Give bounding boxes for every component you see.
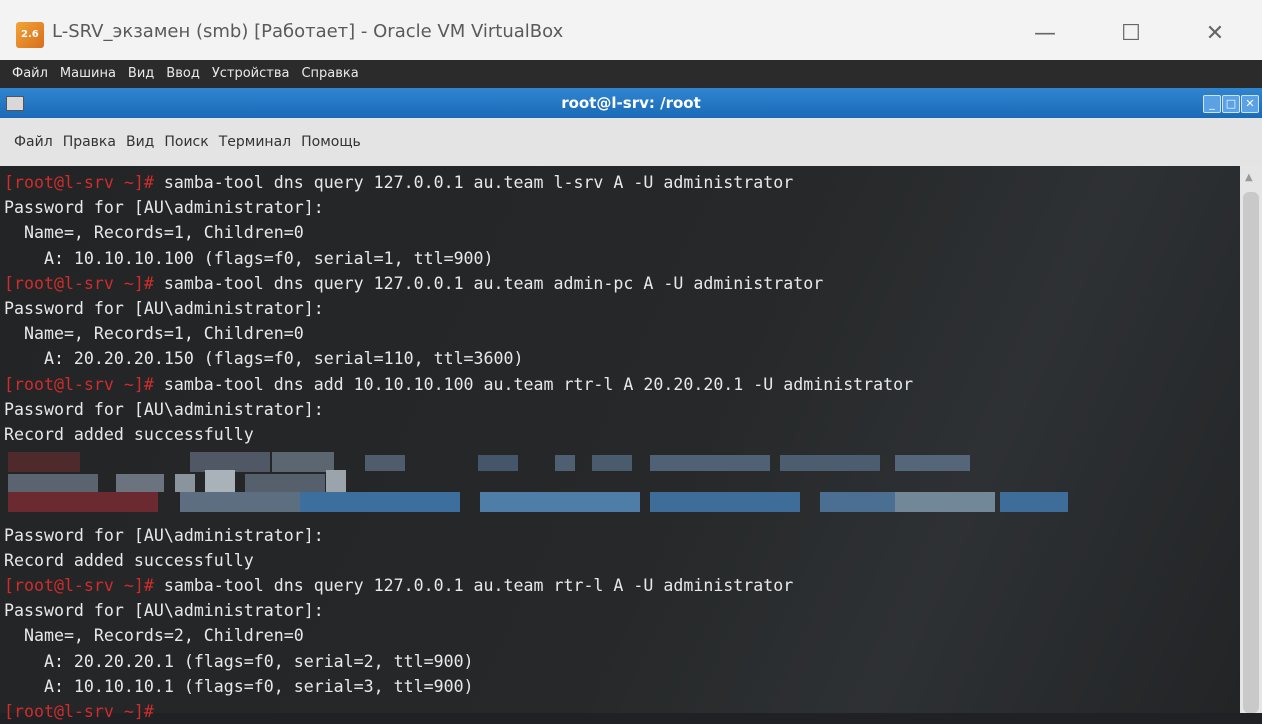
terminal-line-text: samba-tool dns query 127.0.0.1 au.team r… bbox=[153, 576, 794, 595]
terminal-line: Record added successfully bbox=[4, 548, 913, 573]
terminal-line: Password for [AU\administrator]: bbox=[4, 195, 913, 220]
terminal-line-text: Password for [AU\administrator]: bbox=[4, 525, 324, 545]
terminal-line-text: Name=, Records=1, Children=0 bbox=[4, 223, 304, 243]
terminal-line-text: Password for [AU\administrator]: bbox=[4, 198, 324, 218]
shell-prompt: [root@l-srv ~]# bbox=[4, 273, 154, 293]
scroll-up-arrow-icon[interactable]: ▲ bbox=[1245, 172, 1253, 183]
terminal-line-text: Name=, Records=2, Children=0 bbox=[4, 626, 304, 646]
terminal-line: Password for [AU\administrator]: bbox=[4, 296, 913, 321]
terminal-menu-help[interactable]: Помощь bbox=[301, 118, 361, 166]
terminal-line-text: Password for [AU\administrator]: bbox=[4, 399, 324, 419]
terminal-close-button[interactable]: ✕ bbox=[1241, 95, 1259, 113]
terminal-title: root@l-srv: /root bbox=[561, 94, 701, 112]
terminal-menu-file[interactable]: Файл bbox=[14, 118, 53, 166]
window-title: L-SRV_экзамен (smb) [Работает] - Oracle … bbox=[52, 21, 564, 42]
terminal-line: A: 10.10.10.100 (flags=f0, serial=1, ttl… bbox=[4, 246, 913, 271]
terminal-line: [root@l-srv ~]# bbox=[4, 699, 913, 724]
terminal-menu-view[interactable]: Вид bbox=[126, 118, 154, 166]
terminal-line-text: samba-tool dns query 127.0.0.1 au.team l… bbox=[153, 173, 794, 192]
shell-prompt: [root@l-srv ~]# bbox=[4, 374, 154, 394]
menu-input[interactable]: Ввод bbox=[166, 60, 200, 88]
terminal-line: Password for [AU\administrator]: bbox=[4, 523, 913, 548]
menu-view[interactable]: Вид bbox=[128, 60, 154, 88]
terminal-line: Name=, Records=2, Children=0 bbox=[4, 623, 913, 648]
shell-prompt: [root@l-srv ~]# bbox=[4, 576, 154, 595]
terminal-line-text: Password for [AU\administrator]: bbox=[4, 601, 324, 621]
terminal-line: A: 10.10.10.1 (flags=f0, serial=3, ttl=9… bbox=[4, 674, 913, 699]
terminal-line-text: A: 20.20.20.1 (flags=f0, serial=2, ttl=9… bbox=[4, 651, 474, 671]
shell-prompt: [root@l-srv ~]# bbox=[4, 701, 154, 721]
terminal-titlebar: root@l-srv: /root _ □ ✕ bbox=[0, 88, 1262, 118]
vbox-menubar: Файл Машина Вид Ввод Устройства Справка bbox=[0, 60, 1262, 88]
terminal-line-text: Record added successfully bbox=[4, 550, 254, 570]
terminal-line: [root@l-srv ~]# samba-tool dns query 127… bbox=[4, 170, 913, 195]
maximize-button[interactable]: ☐ bbox=[1106, 14, 1156, 54]
terminal-maximize-button[interactable]: □ bbox=[1222, 95, 1240, 113]
terminal-menu-edit[interactable]: Правка bbox=[63, 118, 116, 166]
terminal-line-text: Record added successfully bbox=[4, 424, 254, 444]
terminal-line: A: 20.20.20.150 (flags=f0, serial=110, t… bbox=[4, 346, 913, 371]
terminal-line: [root@l-srv ~]# samba-tool dns query 127… bbox=[4, 573, 913, 598]
menu-machine[interactable]: Машина bbox=[60, 60, 116, 88]
virtualbox-icon-label: 2.6 bbox=[21, 29, 39, 40]
terminal-line: Name=, Records=1, Children=0 bbox=[4, 220, 913, 245]
virtualbox-icon: 2.6 bbox=[16, 22, 44, 48]
terminal-line-text: Password for [AU\administrator]: bbox=[4, 298, 324, 318]
terminal-line-text: A: 10.10.10.1 (flags=f0, serial=3, ttl=9… bbox=[4, 676, 474, 696]
menu-file[interactable]: Файл bbox=[12, 60, 48, 88]
terminal-line: A: 20.20.20.1 (flags=f0, serial=2, ttl=9… bbox=[4, 649, 913, 674]
terminal-line-text: Name=, Records=1, Children=0 bbox=[4, 324, 304, 344]
terminal-line-text: A: 20.20.20.150 (flags=f0, serial=110, t… bbox=[4, 349, 524, 369]
terminal-line: Name=, Records=1, Children=0 bbox=[4, 321, 913, 346]
terminal-scrollbar[interactable]: ▲ bbox=[1240, 166, 1262, 713]
terminal-menu-terminal[interactable]: Терминал bbox=[219, 118, 291, 166]
terminal-menubar: Файл Правка Вид Поиск Терминал Помощь bbox=[0, 118, 1262, 166]
terminal-minimize-button[interactable]: _ bbox=[1203, 95, 1221, 113]
terminal-line: Password for [AU\administrator]: bbox=[4, 397, 913, 422]
terminal-line-text: samba-tool dns add 10.10.10.100 au.team … bbox=[153, 374, 914, 394]
close-button[interactable]: ✕ bbox=[1190, 14, 1240, 54]
terminal-line: [root@l-srv ~]# samba-tool dns query 127… bbox=[4, 271, 913, 296]
window-titlebar: 2.6 L-SRV_экзамен (smb) [Работает] - Ora… bbox=[0, 0, 1262, 60]
terminal-line-text: A: 10.10.10.100 (flags=f0, serial=1, ttl… bbox=[4, 248, 494, 268]
menu-devices[interactable]: Устройства bbox=[212, 60, 290, 88]
terminal-text: [root@l-srv ~]# samba-tool dns query 127… bbox=[4, 170, 913, 724]
terminal-line: Password for [AU\administrator]: bbox=[4, 598, 913, 623]
minimize-button[interactable]: — bbox=[1020, 14, 1070, 54]
terminal-line: [root@l-srv ~]# samba-tool dns add 10.10… bbox=[4, 372, 913, 397]
terminal-line: Record added successfully bbox=[4, 422, 913, 447]
menu-help[interactable]: Справка bbox=[301, 60, 358, 88]
shell-prompt: [root@l-srv ~]# bbox=[4, 173, 154, 192]
terminal-menu-search[interactable]: Поиск bbox=[164, 118, 208, 166]
terminal-line-text: samba-tool dns query 127.0.0.1 au.team a… bbox=[153, 273, 824, 293]
scrollbar-thumb[interactable] bbox=[1243, 192, 1259, 713]
